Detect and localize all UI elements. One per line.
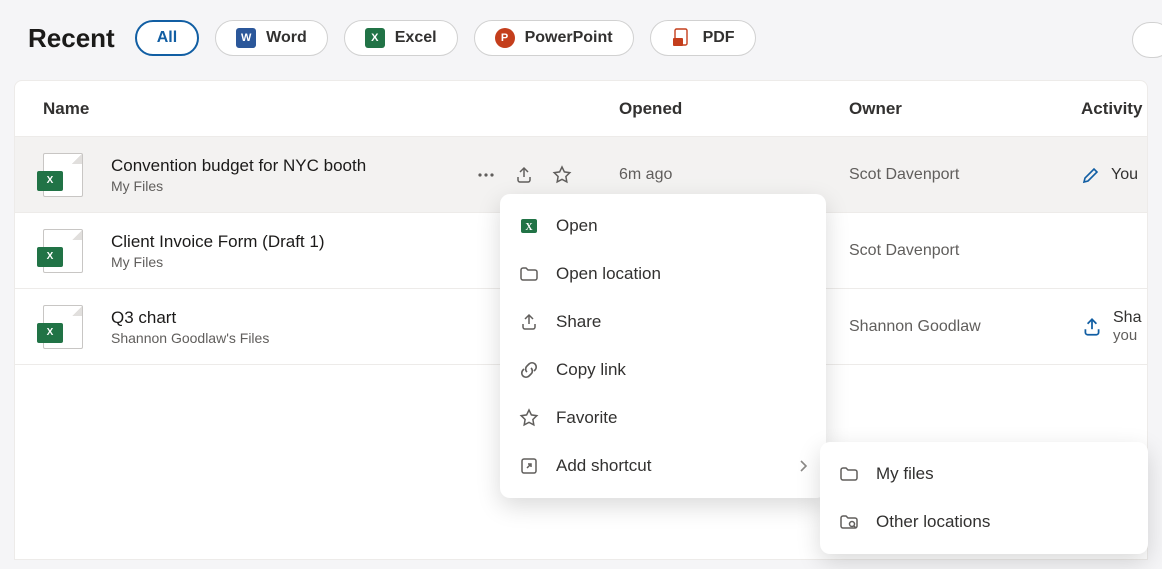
filter-label: PowerPoint [525, 29, 613, 47]
folder-icon [838, 463, 860, 485]
context-menu: X Open Open location Share Copy link Fav… [500, 194, 826, 498]
opened-cell: 6m ago [619, 166, 849, 184]
ctx-label: Favorite [556, 408, 617, 428]
ctx-label: Copy link [556, 360, 626, 380]
column-header-opened[interactable]: Opened [619, 99, 849, 119]
edit-icon [1081, 165, 1101, 185]
ctx-favorite[interactable]: Favorite [500, 394, 826, 442]
shortcut-icon [518, 455, 540, 477]
submenu-label: Other locations [876, 512, 990, 532]
link-icon [518, 359, 540, 381]
file-title: Client Invoice Form (Draft 1) [111, 232, 325, 252]
ctx-label: Open location [556, 264, 661, 284]
owner-cell: Scot Davenport [849, 166, 1081, 184]
ctx-open[interactable]: X Open [500, 202, 826, 250]
filter-chip-word[interactable]: W Word [215, 20, 328, 56]
ctx-label: Add shortcut [556, 456, 651, 476]
ctx-share[interactable]: Share [500, 298, 826, 346]
ctx-add-shortcut[interactable]: Add shortcut [500, 442, 826, 490]
file-location: Shannon Goodlaw's Files [111, 330, 269, 346]
owner-cell: Shannon Goodlaw [849, 318, 1081, 336]
pdf-icon [671, 27, 693, 49]
chevron-right-icon [796, 459, 810, 473]
folder-open-icon [518, 263, 540, 285]
file-title: Convention budget for NYC booth [111, 156, 366, 176]
shortcut-submenu: My files Other locations [820, 442, 1148, 554]
more-actions-button[interactable] [475, 164, 497, 186]
excel-file-icon: X [43, 305, 83, 349]
owner-cell: Scot Davenport [849, 242, 1081, 260]
filter-chip-powerpoint[interactable]: P PowerPoint [474, 20, 634, 56]
column-headers: Name Opened Owner Activity [15, 81, 1147, 137]
folder-search-icon [838, 511, 860, 533]
filter-label: Excel [395, 29, 437, 47]
file-location: My Files [111, 178, 366, 194]
share-button[interactable] [513, 164, 535, 186]
star-icon [518, 407, 540, 429]
activity-cell: You [1081, 165, 1147, 185]
svg-text:X: X [525, 222, 533, 233]
excel-icon: X [518, 215, 540, 237]
filter-chip-excel[interactable]: X Excel [344, 20, 458, 56]
share-icon [518, 311, 540, 333]
row-hover-actions [475, 164, 573, 186]
excel-file-icon: X [43, 229, 83, 273]
ctx-open-location[interactable]: Open location [500, 250, 826, 298]
filter-label: Word [266, 29, 307, 47]
filter-chip-pdf[interactable]: PDF [650, 20, 756, 56]
excel-icon: X [365, 28, 385, 48]
powerpoint-icon: P [495, 28, 515, 48]
column-header-name[interactable]: Name [15, 99, 619, 119]
filter-label: PDF [703, 29, 735, 47]
favorite-button[interactable] [551, 164, 573, 186]
submenu-my-files[interactable]: My files [820, 450, 1148, 498]
filter-chip-all[interactable]: All [135, 20, 199, 56]
activity-text: You [1111, 166, 1138, 184]
filter-label: All [157, 29, 177, 47]
activity-cell: Sha you [1081, 309, 1147, 345]
column-header-owner[interactable]: Owner [849, 99, 1081, 119]
ctx-label: Open [556, 216, 598, 236]
share-icon [1081, 316, 1103, 338]
excel-file-icon: X [43, 153, 83, 197]
header-filter-row: Recent All W Word X Excel P PowerPoint P… [0, 0, 1162, 80]
ctx-copy-link[interactable]: Copy link [500, 346, 826, 394]
recent-title: Recent [28, 23, 115, 54]
submenu-label: My files [876, 464, 934, 484]
activity-text: Sha you [1113, 309, 1141, 345]
column-header-activity[interactable]: Activity [1081, 99, 1147, 119]
file-title: Q3 chart [111, 308, 269, 328]
file-location: My Files [111, 254, 325, 270]
submenu-other-locations[interactable]: Other locations [820, 498, 1148, 546]
ctx-label: Share [556, 312, 601, 332]
overflow-pill-button[interactable] [1132, 22, 1162, 58]
word-icon: W [236, 28, 256, 48]
